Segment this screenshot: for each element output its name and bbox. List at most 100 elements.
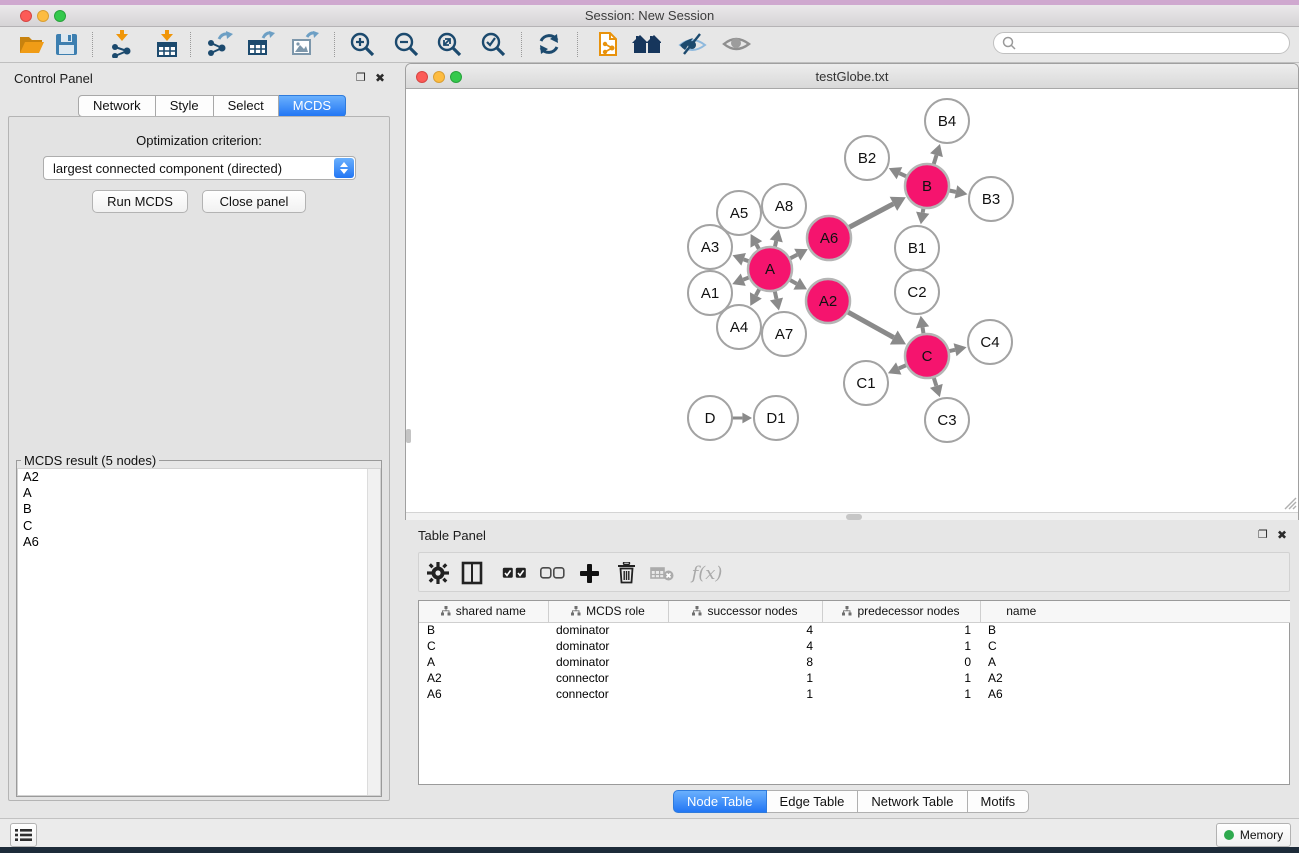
graph-node-B4[interactable]: B4 xyxy=(925,99,969,143)
criterion-select[interactable]: largest connected component (directed) xyxy=(43,156,356,180)
network-vscrollbar-thumb[interactable] xyxy=(406,429,411,443)
network-hscrollbar[interactable] xyxy=(406,512,1298,520)
graph-node-A7[interactable]: A7 xyxy=(762,312,806,356)
import-table-icon[interactable] xyxy=(152,29,182,59)
mcds-result-item[interactable]: A xyxy=(18,485,380,501)
table-row[interactable]: A6connector11A6 xyxy=(419,686,1290,702)
delete-table-icon[interactable] xyxy=(647,558,677,588)
deselect-all-checks-icon[interactable] xyxy=(537,558,567,588)
cell[interactable]: 1 xyxy=(668,686,822,702)
graph-node-A1[interactable]: A1 xyxy=(688,271,732,315)
show-graphics-details-icon[interactable] xyxy=(721,29,751,59)
close-window-light[interactable] xyxy=(20,10,32,22)
mcds-result-item[interactable]: A6 xyxy=(18,534,380,550)
save-session-icon[interactable] xyxy=(51,29,81,59)
float-panel-icon[interactable]: ❐ xyxy=(356,71,366,85)
show-columns-icon[interactable] xyxy=(457,558,487,588)
result-list-scrollbar[interactable] xyxy=(367,469,380,795)
cell[interactable]: A xyxy=(980,654,1062,670)
graph-node-B3[interactable]: B3 xyxy=(969,177,1013,221)
table-row[interactable]: A2connector11A2 xyxy=(419,670,1290,686)
tab-edge-table[interactable]: Edge Table xyxy=(767,790,859,813)
zoom-in-icon[interactable] xyxy=(347,29,377,59)
cell[interactable]: A6 xyxy=(980,686,1062,702)
cell[interactable]: dominator xyxy=(548,622,668,638)
table-row[interactable]: Bdominator41B xyxy=(419,622,1290,638)
duplicate-network-icon[interactable] xyxy=(593,29,623,59)
tab-select[interactable]: Select xyxy=(214,95,279,117)
show-panels-list-button[interactable] xyxy=(10,823,37,847)
cell[interactable]: 1 xyxy=(822,686,980,702)
mcds-result-item[interactable]: A2 xyxy=(18,469,380,485)
cell[interactable]: connector xyxy=(548,670,668,686)
graph-node-A5[interactable]: A5 xyxy=(717,191,761,235)
cell[interactable]: B xyxy=(980,622,1062,638)
graph-node-C3[interactable]: C3 xyxy=(925,398,969,442)
cell[interactable]: 1 xyxy=(822,622,980,638)
graph-node-B2[interactable]: B2 xyxy=(845,136,889,180)
tab-network[interactable]: Network xyxy=(78,95,156,117)
home-icon[interactable] xyxy=(631,29,661,59)
hide-graphics-details-icon[interactable] xyxy=(677,29,707,59)
column-header-MCDS-role[interactable]: MCDS role xyxy=(548,601,668,622)
cell[interactable]: connector xyxy=(548,686,668,702)
tab-network-table[interactable]: Network Table xyxy=(858,790,967,813)
cell[interactable]: 1 xyxy=(822,638,980,654)
cell[interactable]: A2 xyxy=(980,670,1062,686)
cell[interactable]: A2 xyxy=(419,670,548,686)
minimize-window-light[interactable] xyxy=(37,10,49,22)
memory-button[interactable]: Memory xyxy=(1216,823,1291,847)
graph-node-C2[interactable]: C2 xyxy=(895,270,939,314)
graph-node-C[interactable]: C xyxy=(905,334,949,378)
graph-node-A2[interactable]: A2 xyxy=(806,279,850,323)
graph-node-A4[interactable]: A4 xyxy=(717,305,761,349)
graph-node-A8[interactable]: A8 xyxy=(762,184,806,228)
select-all-checks-icon[interactable] xyxy=(499,558,529,588)
cell[interactable]: C xyxy=(980,638,1062,654)
cell[interactable]: 8 xyxy=(668,654,822,670)
graph-node-D[interactable]: D xyxy=(688,396,732,440)
mcds-result-list[interactable]: A2ABCA6 xyxy=(17,468,381,796)
table-row[interactable]: Cdominator41C xyxy=(419,638,1290,654)
cell[interactable]: 1 xyxy=(822,670,980,686)
float-table-panel-icon[interactable]: ❐ xyxy=(1258,528,1268,542)
cell[interactable]: dominator xyxy=(548,654,668,670)
mcds-result-item[interactable]: C xyxy=(18,518,380,534)
column-header-successor-nodes[interactable]: successor nodes xyxy=(668,601,822,622)
zoom-out-icon[interactable] xyxy=(391,29,421,59)
close-panel-button[interactable]: Close panel xyxy=(202,190,306,213)
window-resize-grip[interactable] xyxy=(1281,494,1297,510)
maximize-window-light[interactable] xyxy=(54,10,66,22)
graph-node-D1[interactable]: D1 xyxy=(754,396,798,440)
graph-edge-A2-C[interactable] xyxy=(845,311,893,338)
import-network-icon[interactable] xyxy=(107,29,137,59)
run-mcds-button[interactable]: Run MCDS xyxy=(92,190,188,213)
column-settings-gear-icon[interactable] xyxy=(423,558,453,588)
network-window-titlebar[interactable]: testGlobe.txt xyxy=(406,64,1298,89)
graph-node-A6[interactable]: A6 xyxy=(807,216,851,260)
mcds-result-item[interactable]: B xyxy=(18,501,380,517)
open-session-icon[interactable] xyxy=(16,29,46,59)
tab-node-table[interactable]: Node Table xyxy=(673,790,767,813)
zoom-fit-icon[interactable] xyxy=(434,29,464,59)
graph-node-B1[interactable]: B1 xyxy=(895,226,939,270)
network-graph[interactable]: AA1A2A3A4A5A6A7A8BB1B2B3B4CC1C2C3C4DD1 xyxy=(406,89,1298,512)
column-header-shared-name[interactable]: shared name xyxy=(419,601,548,622)
export-network-icon[interactable] xyxy=(204,29,234,59)
cell[interactable]: 0 xyxy=(822,654,980,670)
cell[interactable]: dominator xyxy=(548,638,668,654)
refresh-layout-icon[interactable] xyxy=(534,29,564,59)
cell[interactable]: B xyxy=(419,622,548,638)
function-builder-icon[interactable]: f(x) xyxy=(687,558,727,588)
column-header-name[interactable]: name xyxy=(980,601,1062,622)
table-row[interactable]: Adominator80A xyxy=(419,654,1290,670)
tab-style[interactable]: Style xyxy=(156,95,214,117)
graph-node-C4[interactable]: C4 xyxy=(968,320,1012,364)
close-table-panel-icon[interactable]: ✖ xyxy=(1277,528,1287,542)
graph-node-B[interactable]: B xyxy=(905,164,949,208)
cell[interactable]: A xyxy=(419,654,548,670)
column-header-predecessor-nodes[interactable]: predecessor nodes xyxy=(822,601,980,622)
search-input[interactable] xyxy=(993,32,1290,54)
graph-node-A[interactable]: A xyxy=(748,247,792,291)
tab-mcds[interactable]: MCDS xyxy=(279,95,346,117)
